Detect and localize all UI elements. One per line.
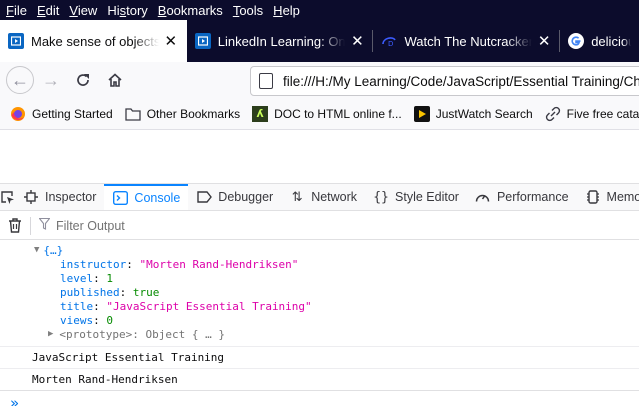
bookmark-label: Five free catalogi bbox=[566, 106, 639, 121]
bookmark-label: DOC to HTML online f... bbox=[274, 106, 402, 121]
menu-view[interactable]: View bbox=[69, 3, 97, 18]
filter-output-input[interactable]: Filter Output bbox=[38, 217, 125, 233]
navigation-bar: ← → file:///H:/My Learning/Code/JavaScri… bbox=[0, 62, 639, 98]
bookmark-label: Getting Started bbox=[32, 106, 113, 121]
performance-icon bbox=[475, 191, 491, 203]
google-icon bbox=[568, 33, 585, 49]
tab-label: Performance bbox=[496, 190, 569, 204]
bookmark-five-free-catalogs[interactable]: Five free catalogi bbox=[545, 106, 639, 122]
tab-network[interactable]: ⇅ Network bbox=[281, 184, 365, 210]
menu-file[interactable]: File bbox=[6, 3, 27, 18]
bookmark-getting-started[interactable]: Getting Started bbox=[10, 106, 113, 122]
home-icon[interactable] bbox=[100, 65, 130, 95]
bookmark-other-bookmarks[interactable]: Other Bookmarks bbox=[125, 106, 240, 122]
bookmark-justwatch[interactable]: JustWatch Search bbox=[413, 105, 533, 122]
browser-tab[interactable]: deliciou bbox=[560, 20, 639, 62]
tab-label: Style Editor bbox=[395, 190, 459, 204]
object-property: title: "JavaScript Essential Training" bbox=[60, 299, 312, 313]
folder-icon bbox=[125, 106, 141, 122]
bookmark-label: Other Bookmarks bbox=[146, 106, 241, 121]
page-icon bbox=[259, 73, 273, 89]
tab-title: deliciou bbox=[591, 33, 631, 49]
menu-tools[interactable]: Tools bbox=[233, 3, 263, 18]
console-output: ▼ {…} instructor: "Morten Rand-Hendrikse… bbox=[0, 241, 639, 406]
doc-converter-icon: ʎ bbox=[252, 105, 269, 122]
firefox-icon bbox=[10, 106, 26, 122]
trash-icon[interactable] bbox=[0, 218, 30, 233]
object-property: instructor: "Morten Rand-Hendriksen" bbox=[60, 257, 299, 271]
browser-tab[interactable]: Make sense of objects ✕ bbox=[0, 20, 187, 62]
expanded-arrow-icon: ▼ bbox=[34, 245, 40, 255]
svg-text:D: D bbox=[388, 40, 393, 47]
disney-plus-icon: D bbox=[381, 33, 397, 49]
close-tab-icon[interactable]: ✕ bbox=[349, 32, 365, 50]
address-bar[interactable]: file:///H:/My Learning/Code/JavaScript/E… bbox=[250, 66, 639, 96]
console-message: Morten Rand-Hendriksen bbox=[0, 368, 639, 390]
reload-icon[interactable] bbox=[68, 65, 98, 95]
tab-console[interactable]: Console bbox=[104, 184, 189, 210]
forward-arrow-icon[interactable]: → bbox=[36, 65, 66, 95]
tab-strip: Make sense of objects ✕ LinkedIn Learnin… bbox=[0, 20, 639, 62]
tab-title: LinkedIn Learning: Online bbox=[217, 33, 346, 49]
linkedin-learning-icon bbox=[194, 33, 211, 49]
linkedin-learning-icon bbox=[8, 33, 24, 49]
console-icon bbox=[112, 191, 128, 205]
filter-placeholder: Filter Output bbox=[56, 218, 125, 233]
prototype-label: <prototype>: Object { … } bbox=[59, 327, 225, 341]
menu-bar: File Edit View History Bookmarks Tools H… bbox=[0, 0, 639, 20]
bookmark-label: JustWatch Search bbox=[435, 106, 533, 121]
inspector-icon bbox=[23, 190, 39, 204]
address-url: file:///H:/My Learning/Code/JavaScript/E… bbox=[283, 73, 639, 89]
devtools-toolbar: Inspector Console Debugger ⇅ Network {} … bbox=[0, 183, 639, 211]
tab-label: Inspector bbox=[45, 190, 97, 204]
browser-tab[interactable]: D Watch The Nutcracker and ✕ bbox=[373, 20, 561, 62]
element-picker-icon[interactable] bbox=[0, 184, 15, 210]
menu-bookmarks[interactable]: Bookmarks bbox=[158, 3, 223, 18]
prompt-chevron-icon: » bbox=[10, 393, 20, 406]
close-tab-icon[interactable]: ✕ bbox=[163, 32, 179, 50]
tab-label: Network bbox=[311, 190, 358, 204]
filter-icon bbox=[38, 217, 51, 233]
style-editor-icon: {} bbox=[373, 189, 389, 205]
menu-edit[interactable]: Edit bbox=[37, 3, 59, 18]
tab-style-editor[interactable]: {} Style Editor bbox=[365, 184, 467, 210]
menu-help[interactable]: Help bbox=[273, 3, 300, 18]
tab-title: Watch The Nutcracker and bbox=[404, 33, 533, 49]
object-property: views: 0 bbox=[60, 313, 113, 327]
tab-label: Memo bbox=[606, 190, 639, 204]
object-summary: {…} bbox=[43, 243, 64, 257]
menu-history[interactable]: History bbox=[107, 3, 147, 18]
memory-icon bbox=[585, 190, 601, 204]
bookmark-doc-to-html[interactable]: ʎ DOC to HTML online f... bbox=[252, 105, 402, 122]
object-tree-toggle[interactable]: ▼ {…} bbox=[0, 243, 639, 257]
tab-inspector[interactable]: Inspector bbox=[15, 184, 104, 210]
tab-label: Debugger bbox=[218, 190, 274, 204]
console-filter-bar: Filter Output bbox=[0, 212, 639, 240]
object-property: published: true bbox=[60, 285, 160, 299]
prototype-toggle[interactable]: ▶ <prototype>: Object { … } bbox=[0, 327, 639, 341]
tab-debugger[interactable]: Debugger bbox=[188, 184, 281, 210]
back-arrow-icon[interactable]: ← bbox=[6, 66, 34, 94]
console-message: JavaScript Essential Training bbox=[0, 346, 639, 368]
tab-memory[interactable]: Memo bbox=[577, 184, 639, 210]
link-icon bbox=[545, 106, 561, 122]
network-icon: ⇅ bbox=[291, 189, 303, 204]
tab-performance[interactable]: Performance bbox=[467, 184, 577, 210]
object-property: level: 1 bbox=[60, 271, 113, 285]
console-input[interactable]: » bbox=[0, 390, 639, 406]
tab-label: Console bbox=[134, 191, 181, 205]
debugger-icon bbox=[196, 191, 212, 203]
bookmarks-bar: Getting Started Other Bookmarks ʎ DOC to… bbox=[0, 98, 639, 130]
close-tab-icon[interactable]: ✕ bbox=[536, 32, 552, 50]
justwatch-icon bbox=[413, 105, 430, 122]
tab-title: Make sense of objects bbox=[31, 33, 159, 49]
browser-tab[interactable]: LinkedIn Learning: Online ✕ bbox=[187, 20, 374, 62]
collapsed-arrow-icon: ▶ bbox=[48, 329, 54, 339]
